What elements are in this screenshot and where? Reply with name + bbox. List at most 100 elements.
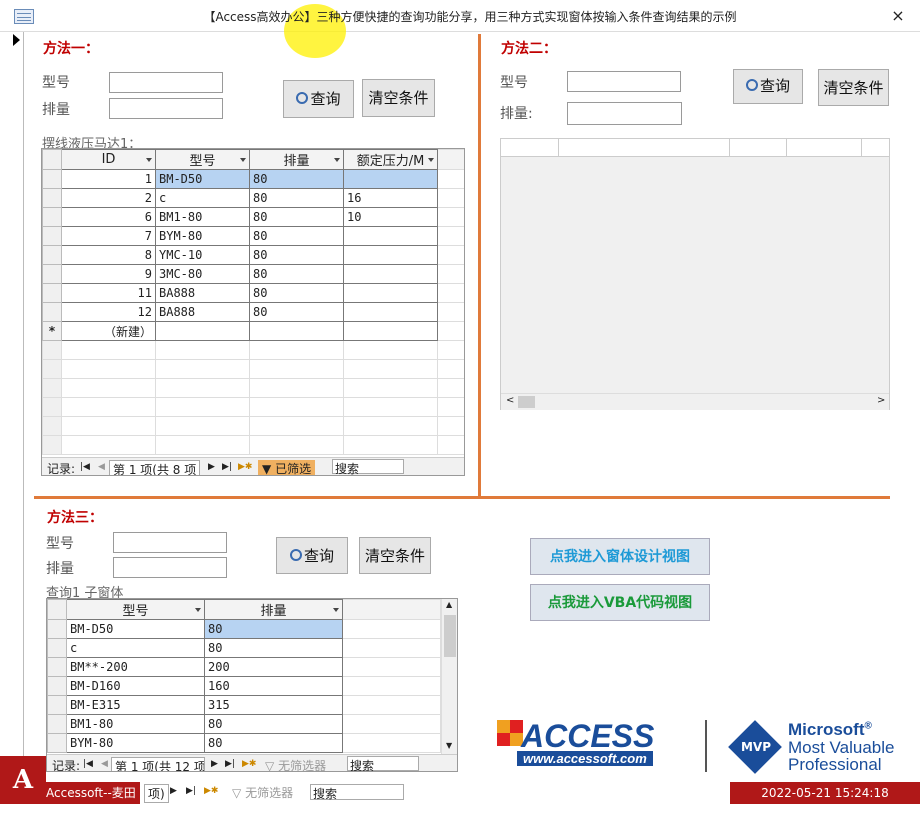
column-header[interactable]: ID <box>61 149 156 170</box>
select-all-corner[interactable] <box>42 149 62 170</box>
table-row[interactable]: BM1-80 80 <box>47 714 441 734</box>
current-record-arrow-icon <box>13 34 20 46</box>
method3-datasheet: 型号 排量 BM-D50 80 c 80 BM**-200 200 BM-D160 16… <box>46 598 458 772</box>
method3-heading: 方法三： <box>47 510 103 526</box>
method1-disp-input[interactable] <box>109 98 223 119</box>
method3-disp-input[interactable] <box>113 557 227 578</box>
first-record-icon[interactable]: |◀ <box>80 462 90 472</box>
table-row[interactable]: BM-D160 160 <box>47 676 441 696</box>
next-record-icon[interactable]: ▶ <box>208 462 215 472</box>
record-selector[interactable] <box>8 32 24 782</box>
vertical-scrollbar[interactable]: ▲ ▼ <box>441 599 457 755</box>
mvp-line3: Professional <box>788 755 882 774</box>
record-navigation: 记录: |◀ ◀ 第 1 项(共 8 项 ▶ ▶| ▶✱ ▼ 已筛选 搜索 <box>42 457 464 476</box>
first-record-icon[interactable]: |◀ <box>83 759 93 769</box>
record-navigation: 记录: |◀ ◀ 第 1 项(共 12 项 ▶ ▶| ▶✱ ▽ 无筛选器 搜索 <box>47 754 457 771</box>
table-row[interactable]: 2 c 80 16 <box>42 188 464 208</box>
outer-filter-toggle[interactable]: ▽ 无筛选器 <box>232 784 293 801</box>
table-row[interactable]: 8 YMC-10 80 <box>42 245 464 265</box>
next-record-icon[interactable]: ▶ <box>211 759 218 769</box>
outer-nav-position[interactable]: 项) <box>144 784 169 803</box>
funnel-icon: ▽ <box>232 786 242 800</box>
prev-record-icon[interactable]: ◀ <box>98 462 105 472</box>
method3-query-button[interactable]: 查询 <box>276 537 348 574</box>
last-record-icon[interactable]: ▶| <box>222 462 232 472</box>
table-row[interactable]: 6 BM1-80 80 10 <box>42 207 464 227</box>
chevron-down-icon <box>195 608 201 612</box>
column-header[interactable]: 型号 <box>155 149 250 170</box>
table-row[interactable]: 7 BYM-80 80 <box>42 226 464 246</box>
method2-model-input[interactable] <box>567 71 681 92</box>
scroll-right-icon[interactable]: > <box>877 395 885 406</box>
next-record-icon[interactable]: ▶ <box>170 786 177 796</box>
filter-toggle[interactable]: ▽ 无筛选器 <box>265 757 326 771</box>
scroll-up-icon[interactable]: ▲ <box>446 600 452 609</box>
scrollbar-thumb[interactable] <box>518 396 535 408</box>
method2-clear-button[interactable]: 清空条件 <box>818 69 889 106</box>
table-row[interactable]: BM**-200 200 <box>47 657 441 677</box>
method2-disp-label: 排量: <box>500 106 533 122</box>
listbox-header <box>501 139 889 157</box>
design-view-button[interactable]: 点我进入窗体设计视图 <box>530 538 710 575</box>
method2-query-button[interactable]: 查询 <box>733 69 803 104</box>
new-record-icon[interactable]: ▶✱ <box>238 462 252 472</box>
funnel-icon: ▼ <box>262 462 272 476</box>
table-row[interactable]: 12 BA888 80 <box>42 302 464 322</box>
nav-position[interactable]: 第 1 项(共 8 项 <box>109 460 201 475</box>
table-row[interactable]: BM-D50 80 <box>47 619 441 639</box>
method2-heading: 方法二： <box>501 41 557 57</box>
search-icon <box>296 91 309 104</box>
new-record-icon[interactable]: ▶✱ <box>204 786 218 796</box>
table-row[interactable]: 1 BM-D50 80 <box>42 169 464 189</box>
method1-datasheet: ID 型号 排量 额定压力/M 1 BM-D50 80 2 c 80 16 6 BM1-80… <box>41 148 465 476</box>
method2-model-label: 型号 <box>500 75 528 91</box>
close-button[interactable]: × <box>886 4 910 28</box>
divider-horizontal <box>34 496 890 499</box>
nav-position[interactable]: 第 1 项(共 12 项 <box>111 757 205 771</box>
last-record-icon[interactable]: ▶| <box>225 759 235 769</box>
method1-query-button[interactable]: 查询 <box>283 80 354 118</box>
table-row[interactable]: c 80 <box>47 638 441 658</box>
table-row[interactable]: 11 BA888 80 <box>42 283 464 303</box>
chevron-down-icon <box>146 158 152 162</box>
method2-listbox[interactable]: < > <box>500 138 890 410</box>
outer-search-box[interactable]: 搜索 <box>310 784 404 801</box>
scroll-down-icon[interactable]: ▼ <box>446 741 452 750</box>
method3-clear-button[interactable]: 清空条件 <box>359 537 431 574</box>
method3-model-input[interactable] <box>113 532 227 553</box>
table-row[interactable]: 9 3MC-80 80 <box>42 264 464 284</box>
table-row[interactable]: BYM-80 80 <box>47 733 441 753</box>
new-record-row[interactable]: * （新建） <box>42 321 464 341</box>
taskbar-clock: 2022-05-21 15:24:18 00:000.000 <box>730 782 920 822</box>
scrollbar-thumb[interactable] <box>444 615 456 657</box>
column-header[interactable]: 型号 <box>66 599 205 620</box>
logo-url: www.accessoft.com <box>517 751 653 766</box>
last-record-icon[interactable]: ▶| <box>186 786 196 796</box>
window-title: 【Access高效办公】三种方便快捷的查询功能分享，用三种方式实现窗体按输入条件… <box>203 10 737 24</box>
chevron-down-icon <box>428 158 434 162</box>
column-header[interactable]: 排量 <box>204 599 343 620</box>
select-all-corner[interactable] <box>47 599 67 620</box>
status-bar: Accessoft--麦田 项) ▶ ▶| ▶✱ ▽ 无筛选器 搜索 2022-… <box>0 782 920 822</box>
access-app-icon[interactable]: A <box>0 756 46 804</box>
search-box[interactable]: 搜索 <box>347 756 419 771</box>
horizontal-scrollbar[interactable]: < > <box>501 393 889 410</box>
divider-vertical <box>478 34 481 496</box>
table-row[interactable]: BM-E315 315 <box>47 695 441 715</box>
method2-disp-input[interactable] <box>567 102 682 125</box>
method1-model-input[interactable] <box>109 72 223 93</box>
method1-clear-button[interactable]: 清空条件 <box>362 79 435 117</box>
mvp-line1: Microsoft® <box>788 720 872 739</box>
scroll-left-icon[interactable]: < <box>506 395 514 406</box>
mvp-logo: MVP Microsoft® Most Valuable Professiona… <box>728 720 916 776</box>
prev-record-icon[interactable]: ◀ <box>101 759 108 769</box>
form-icon[interactable] <box>14 9 34 24</box>
vba-view-button[interactable]: 点我进入VBA代码视图 <box>530 584 710 621</box>
column-header[interactable]: 排量 <box>249 149 344 170</box>
search-box[interactable]: 搜索 <box>332 459 404 475</box>
logo-mark-icon <box>497 720 523 746</box>
chevron-down-icon <box>240 158 246 162</box>
filter-toggle[interactable]: ▼ 已筛选 <box>258 460 316 476</box>
new-record-icon[interactable]: ▶✱ <box>242 759 256 769</box>
column-header[interactable]: 额定压力/M <box>343 149 438 170</box>
